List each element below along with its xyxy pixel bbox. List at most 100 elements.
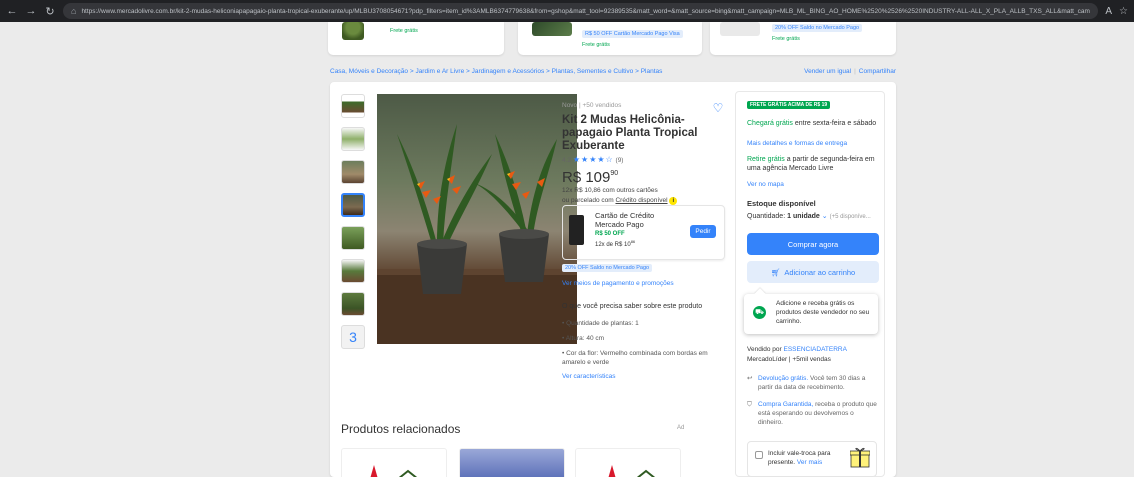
thumbnail[interactable] bbox=[341, 160, 365, 184]
quantity-value: 1 unidade bbox=[787, 213, 820, 220]
price-main: R$ 109 bbox=[562, 169, 611, 186]
seller-link[interactable]: ESSENCIADATERRA bbox=[784, 346, 847, 353]
credit-card-installment: 12x de R$ 1086 bbox=[595, 238, 680, 249]
rating-value: 4.2 bbox=[562, 157, 572, 164]
cart-icon: ⛟ bbox=[753, 306, 766, 319]
add-to-cart-button[interactable]: 🛒︎ Adicionar ao carrinho bbox=[747, 261, 879, 283]
top-product-card-3[interactable]: 20% OFF Saldo no Mercado Pago Frete grát… bbox=[710, 22, 896, 55]
address-bar[interactable]: ⌂ https://www.mercadolivre.com.br/kit-2-… bbox=[63, 3, 1099, 19]
heliconia-icon bbox=[608, 465, 656, 477]
gift-icon bbox=[850, 447, 870, 468]
url-text: https://www.mercadolivre.com.br/kit-2-mu… bbox=[81, 7, 1091, 15]
sell-similar-link[interactable]: Vender um igual bbox=[804, 68, 851, 75]
free-shipping-label: Frete grátis bbox=[582, 42, 610, 48]
thumbnail[interactable] bbox=[341, 193, 365, 217]
thumbnail[interactable] bbox=[341, 292, 365, 316]
quantity-available: (+5 disponíve... bbox=[829, 214, 871, 220]
credit-card-off: R$ 50 OFF bbox=[595, 231, 625, 237]
heliconia-icon bbox=[370, 465, 418, 477]
star-rating-icon: ★★★★☆ bbox=[572, 155, 614, 164]
reload-icon[interactable]: ↻ bbox=[44, 5, 56, 18]
tooltip-text: Adicione e receba grátis os produtos des… bbox=[776, 300, 870, 325]
arrive-free: Chegará grátis bbox=[747, 120, 793, 127]
pickup-info: Retire grátis a partir de segunda-feira … bbox=[747, 155, 880, 173]
product-title: Kit 2 Mudas Helicônia-papagaio Planta Tr… bbox=[562, 114, 698, 152]
highlights-list: Quantidade de plantas: 1 Altura: 40 cm C… bbox=[562, 319, 732, 367]
favorite-heart-icon[interactable]: ♡ bbox=[711, 101, 725, 115]
cart-tooltip: ⛟ Adicione e receba grátis os produtos d… bbox=[744, 294, 878, 334]
highlight-item: Cor da flor: Vermelho combinada com bord… bbox=[562, 349, 732, 367]
return-link[interactable]: Devolução grátis. bbox=[758, 375, 808, 382]
balance-promo-tag: 20% OFF Saldo no Mercado Pago bbox=[562, 264, 653, 272]
gift-more-link[interactable]: Ver mais bbox=[797, 459, 822, 466]
thumbnail-more[interactable]: 3 bbox=[341, 325, 365, 349]
thumbnail[interactable] bbox=[341, 127, 365, 151]
highlights-heading: O que você precisa saber sobre este prod… bbox=[562, 303, 703, 310]
product-thumbnail bbox=[342, 22, 364, 40]
product-main-image[interactable] bbox=[377, 94, 577, 344]
delivery-info: Chegará grátis entre sexta-feira e sábad… bbox=[747, 119, 880, 128]
add-to-cart-label: Adicionar ao carrinho bbox=[784, 267, 856, 277]
gift-option: Incluir vale-troca para presente. Ver ma… bbox=[747, 441, 877, 477]
payment-methods-link[interactable]: Ver meios de pagamento e promoções bbox=[562, 280, 674, 287]
read-aloud-icon[interactable]: A bbox=[1105, 6, 1112, 17]
product-card: 3 Novo | +50 vendidos Kit 2 Mudas Helicô… bbox=[330, 82, 896, 477]
product-info: Novo | +50 vendidos Kit 2 Mudas Helicôni… bbox=[562, 102, 732, 206]
price-cents: 90 bbox=[610, 170, 619, 177]
return-info: ↩ Devolução grátis. Você tem 30 dias a p… bbox=[747, 374, 880, 392]
breadcrumb[interactable]: Casa, Móveis e Decoração > Jardim e Ar L… bbox=[330, 68, 662, 75]
map-link[interactable]: Ver no mapa bbox=[747, 180, 880, 189]
ad-label: Ad bbox=[677, 425, 685, 431]
buy-now-button[interactable]: Comprar agora bbox=[747, 233, 879, 255]
thumbnail[interactable] bbox=[341, 259, 365, 283]
free-shipping-label: Frete grátis bbox=[390, 28, 418, 34]
back-icon[interactable]: ← bbox=[6, 5, 18, 17]
installment-prefix: 12x de R$ 10 bbox=[595, 242, 631, 248]
free-shipping-badge: FRETE GRÁTIS ACIMA DE R$ 19 bbox=[747, 101, 831, 109]
highlight-item: Quantidade de plantas: 1 bbox=[562, 319, 732, 328]
delivery-details-link[interactable]: Mais detalhes e formas de entrega bbox=[747, 139, 880, 148]
forward-icon[interactable]: → bbox=[25, 5, 37, 17]
related-product[interactable] bbox=[459, 448, 565, 477]
see-features-link[interactable]: Ver características bbox=[562, 373, 732, 380]
related-products-title: Produtos relacionados bbox=[341, 422, 461, 436]
thumbnail[interactable] bbox=[341, 94, 365, 118]
related-product[interactable] bbox=[575, 448, 681, 477]
gift-text: Incluir vale-troca para presente. Ver ma… bbox=[768, 449, 838, 467]
quantity-label: Quantidade: bbox=[747, 213, 786, 220]
parcel-prefix: ou parcelado com bbox=[562, 197, 614, 204]
thumbnail[interactable] bbox=[341, 226, 365, 250]
top-product-card-2[interactable]: R$ 50 OFF Cartão Mercado Pago Visa Frete… bbox=[518, 22, 702, 55]
heliconia-plant-photo bbox=[377, 124, 577, 344]
shield-icon: ⛉ bbox=[747, 401, 752, 408]
guarantee-link[interactable]: Compra Garantida, bbox=[758, 401, 813, 408]
top-product-card-1[interactable]: Frete grátis bbox=[328, 22, 504, 55]
promo-tag: R$ 50 OFF Cartão Mercado Pago Visa bbox=[582, 30, 683, 38]
review-count: (9) bbox=[615, 157, 624, 164]
quantity-selector[interactable]: Quantidade: 1 unidade ⌄ (+5 disponíve... bbox=[747, 212, 880, 222]
cart-icon: 🛒︎ bbox=[770, 267, 781, 277]
related-product[interactable] bbox=[341, 448, 447, 477]
request-card-button[interactable]: Pedir bbox=[690, 225, 716, 238]
free-shipping-label: Frete grátis bbox=[772, 36, 800, 42]
product-thumbnail bbox=[720, 22, 760, 36]
highlight-item: Altura: 40 cm bbox=[562, 334, 732, 343]
thumbnail-list: 3 bbox=[341, 94, 365, 358]
lock-icon: ⌂ bbox=[71, 6, 77, 16]
gift-checkbox[interactable] bbox=[755, 451, 763, 459]
share-link[interactable]: Compartilhar bbox=[859, 68, 896, 75]
promo-tag: 20% OFF Saldo no Mercado Pago bbox=[772, 24, 863, 32]
return-icon: ↩ bbox=[747, 375, 753, 382]
installment-cents: 86 bbox=[630, 239, 636, 244]
price: R$ 10990 bbox=[562, 169, 732, 186]
rating[interactable]: 4.2 ★★★★☆ (9) bbox=[562, 155, 732, 164]
credit-link[interactable]: Crédito disponível bbox=[615, 197, 667, 204]
breadcrumb-actions: Vender um igual | Compartilhar bbox=[804, 68, 896, 75]
credit-card-icon bbox=[569, 215, 584, 245]
seller-meta: MercadoLíder | +5mil vendas bbox=[747, 356, 831, 363]
favorite-icon[interactable]: ☆ bbox=[1119, 6, 1128, 17]
credit-card-title: Cartão de Crédito Mercado Pago bbox=[595, 211, 655, 229]
browser-toolbar: ← → ↻ ⌂ https://www.mercadolivre.com.br/… bbox=[0, 0, 1134, 22]
seller-info: Vendido por ESSENCIADATERRA bbox=[747, 345, 880, 354]
info-icon[interactable]: i bbox=[669, 197, 678, 205]
